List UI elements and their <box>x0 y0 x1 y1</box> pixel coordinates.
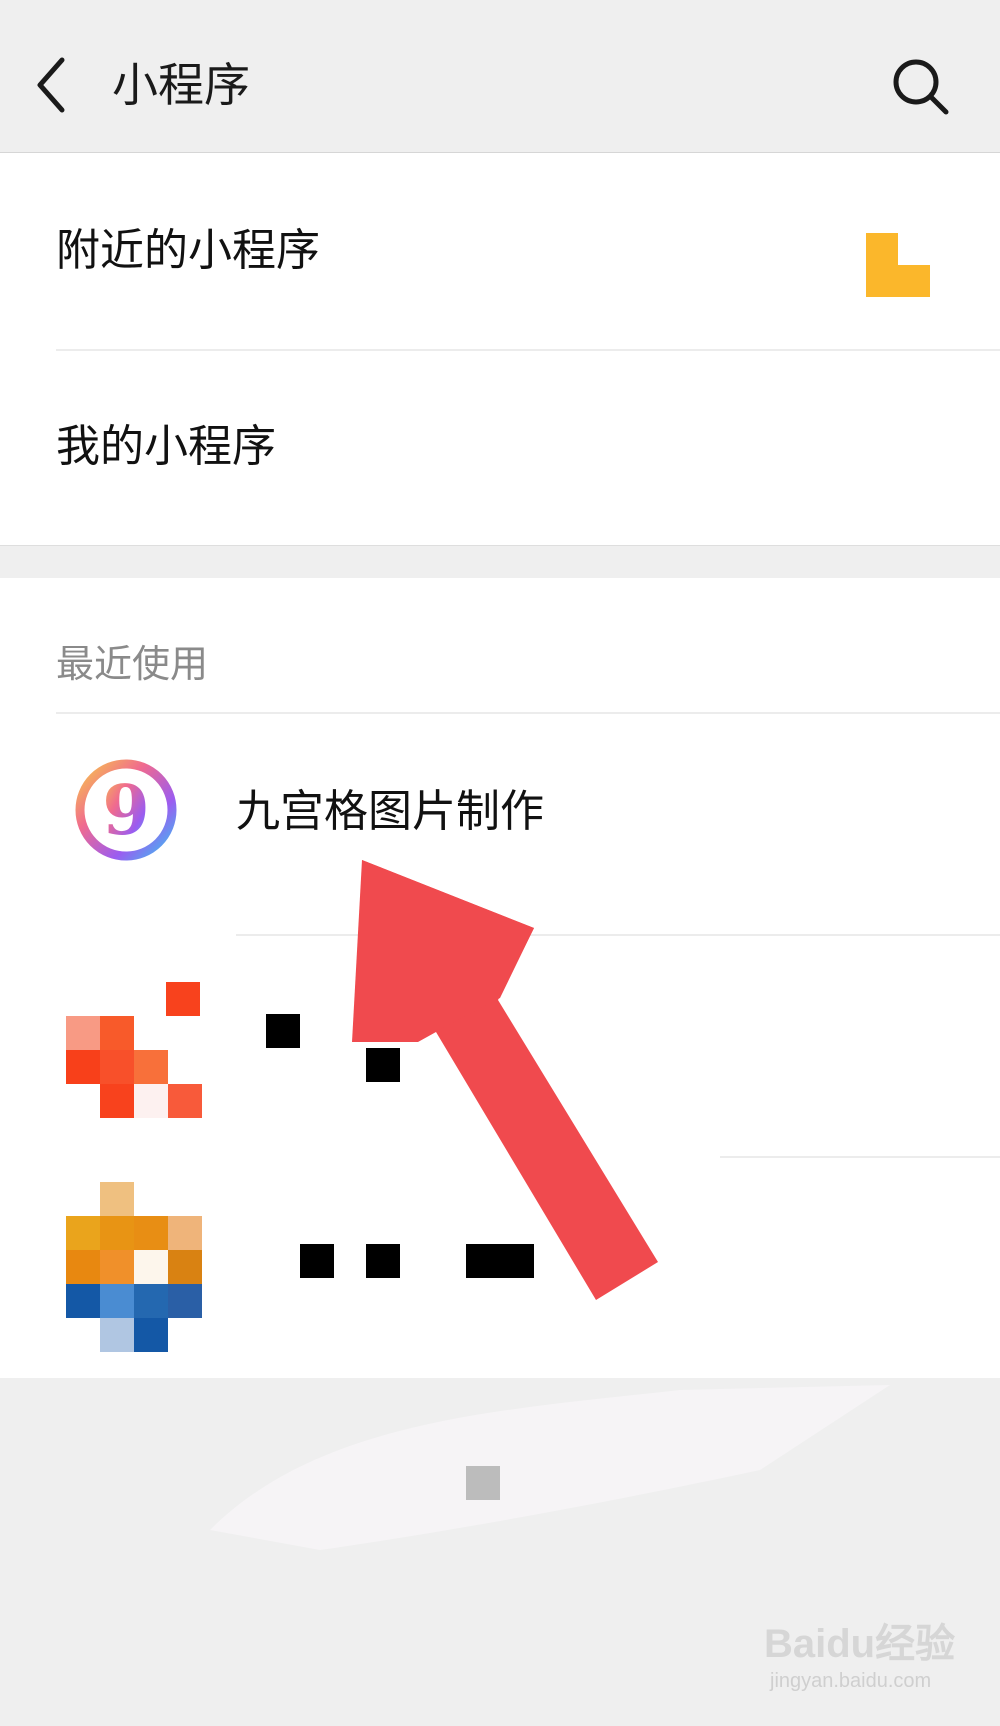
location-icon <box>866 233 930 297</box>
pixelated-app-icon <box>66 982 202 1118</box>
svg-text:9: 9 <box>102 771 149 851</box>
watermark-url: jingyan.baidu.com <box>770 1670 932 1692</box>
red-arrow-annotation <box>352 860 658 1300</box>
pixelated-app-icon <box>66 1182 202 1352</box>
redacted-title-block <box>300 1244 334 1278</box>
gray-square <box>466 1466 500 1500</box>
search-button[interactable] <box>888 54 952 118</box>
watermark-brand: Baidu经验 <box>764 1622 956 1666</box>
nearby-mini-programs-label: 附近的小程序 <box>56 225 320 276</box>
my-mini-programs-label: 我的小程序 <box>56 421 276 472</box>
my-mini-programs-row[interactable]: 我的小程序 <box>0 351 1000 545</box>
menu-section: 附近的小程序 我的小程序 <box>0 153 1000 546</box>
nearby-mini-programs-row[interactable]: 附近的小程序 <box>0 153 1000 349</box>
nine-grid-app-icon: 9 <box>75 759 177 861</box>
page-title: 小程序 <box>112 58 250 112</box>
search-icon <box>893 59 949 115</box>
top-bar: 小程序 <box>0 0 1000 153</box>
redacted-title-block <box>266 1014 300 1048</box>
white-brush-stroke <box>210 1385 890 1550</box>
recent-used-header: 最近使用 <box>56 642 209 686</box>
recent-item-title: 九宫格图片制作 <box>236 786 544 837</box>
baidu-watermark: Baidu经验 jingyan.baidu.com <box>764 1620 955 1694</box>
chevron-left-icon <box>37 57 65 113</box>
back-button[interactable] <box>30 50 78 120</box>
